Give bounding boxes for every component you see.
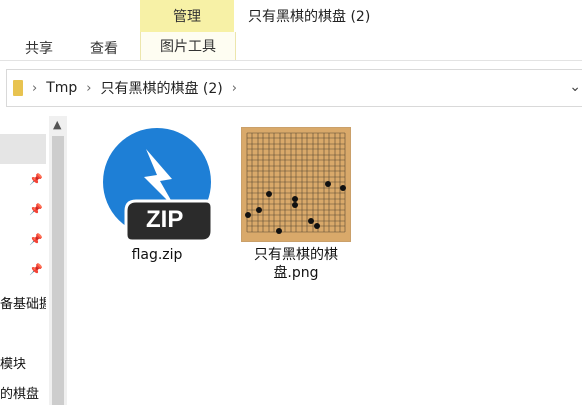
nav-scrollbar[interactable]: ▲ [49,116,67,405]
chevron-right-icon[interactable]: › [32,81,37,96]
chevron-down-icon[interactable]: ⌄ [569,79,581,95]
file-item-zip[interactable]: ZIP flag.zip [98,127,216,264]
zip-archive-icon: ZIP [102,127,214,243]
tab-manage[interactable]: 管理 [140,0,234,32]
nav-item[interactable]: 的棋盘 [0,383,46,402]
address-bar[interactable]: › Tmp › 只有黑棋的棋盘 (2) › ⌄ [6,69,582,107]
folder-icon [13,80,23,96]
go-board-thumbnail [241,127,351,242]
zip-badge-label: ZIP [146,206,184,233]
pin-icon[interactable]: 📌 [29,263,43,277]
tab-view[interactable]: 查看 [90,38,118,58]
nav-item[interactable]: 备基础握 [0,293,46,312]
ribbon-title-row: 管理 只有黑棋的棋盘 (2) [0,0,582,32]
nav-item[interactable]: 模块 [0,353,46,372]
breadcrumb-current-folder[interactable]: 只有黑棋的棋盘 (2) [100,78,222,98]
scrollbar-thumb[interactable] [52,136,64,405]
ribbon-tabs: 共享 查看 图片工具 [0,32,582,61]
file-item-png[interactable]: 只有黑棋的棋盘.png [232,127,360,282]
file-name: 只有黑棋的棋盘.png [254,247,338,281]
window-title: 只有黑棋的棋盘 (2) [248,9,371,25]
pin-icon[interactable]: 📌 [29,173,43,187]
chevron-right-icon[interactable]: › [232,81,237,96]
tab-share[interactable]: 共享 [25,38,53,58]
pin-icon[interactable]: 📌 [29,233,43,247]
nav-selected-item[interactable] [0,134,46,164]
pin-icon[interactable]: 📌 [29,203,43,217]
breadcrumb-tmp[interactable]: Tmp [46,80,77,96]
file-name: flag.zip [131,247,183,263]
tab-picture-tools[interactable]: 图片工具 [140,32,236,60]
scroll-up-icon[interactable]: ▲ [53,118,61,131]
chevron-right-icon[interactable]: › [86,81,91,96]
